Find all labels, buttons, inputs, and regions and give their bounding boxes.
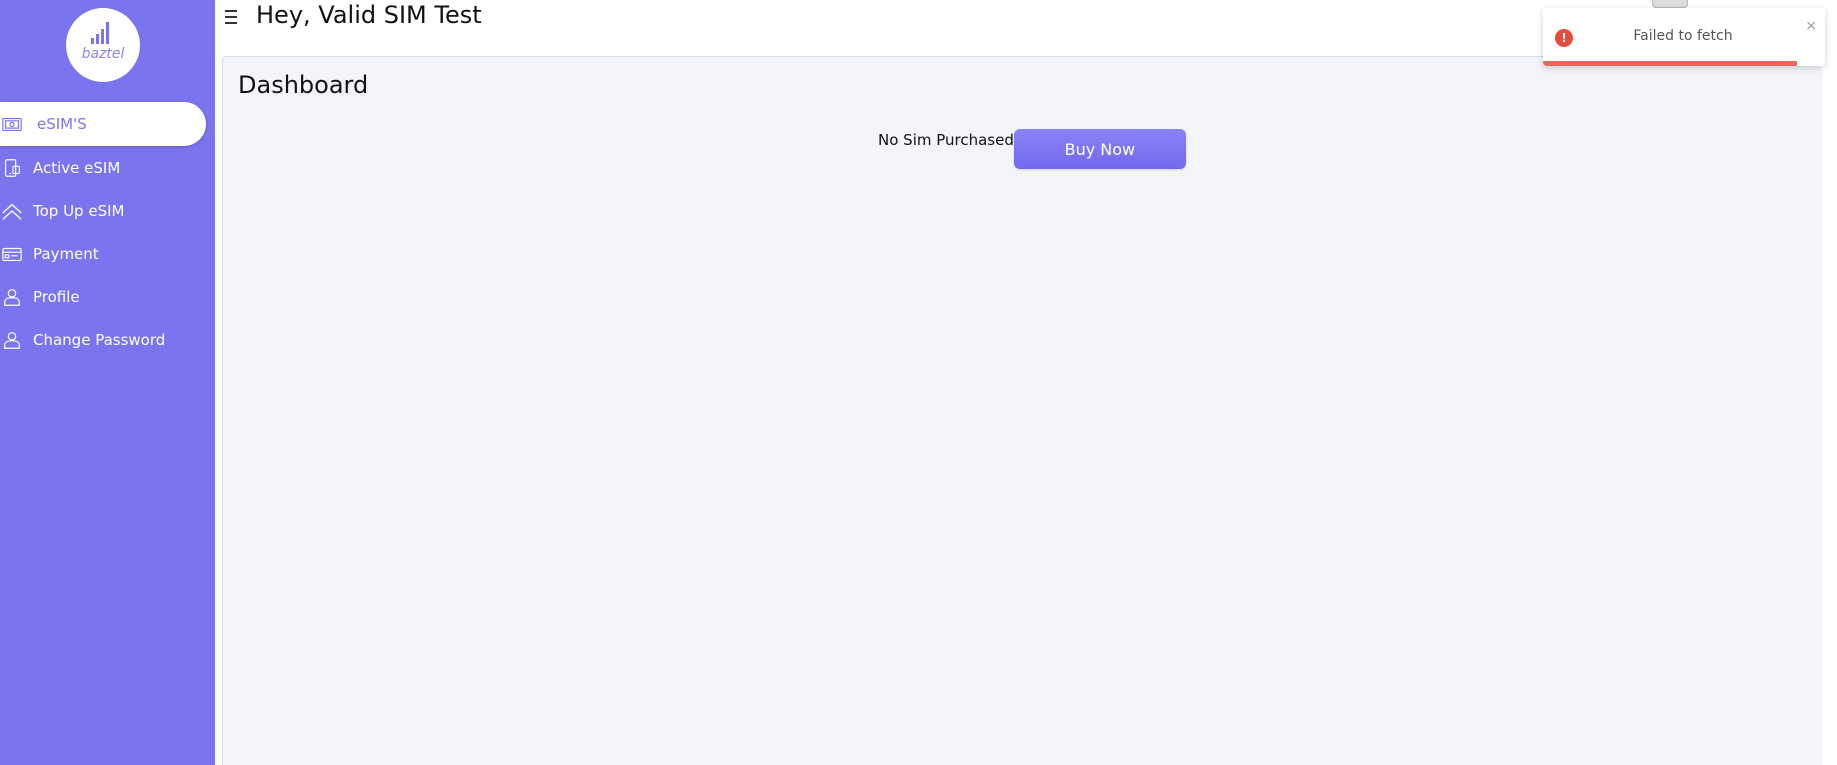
sidebar-item-label: Active eSIM: [33, 158, 121, 177]
empty-state: No Sim Purchased Buy Now: [878, 129, 1186, 169]
sidebar-item-top-up-esim[interactable]: Top Up eSIM: [0, 189, 215, 232]
sidebar-item-label: Profile: [33, 287, 80, 306]
sidebar-item-label: Payment: [33, 244, 99, 263]
avatar[interactable]: [1652, 0, 1688, 8]
greeting-title: Hey, Valid SIM Test: [256, 1, 482, 29]
close-icon[interactable]: ×: [1805, 18, 1817, 34]
sidebar-item-esims[interactable]: eSIM'S: [0, 102, 206, 146]
page-title: Dashboard: [238, 71, 369, 99]
double-chevron-up-icon: [0, 199, 33, 223]
sidebar-item-active-esim[interactable]: Active eSIM: [0, 146, 215, 189]
empty-state-message: No Sim Purchased: [878, 131, 1014, 149]
sim-card-icon: [0, 112, 37, 136]
sidebar: baztel eSIM'S Active eSIM Top Up eSIM Pa…: [0, 0, 215, 765]
sidebar-item-label: eSIM'S: [37, 115, 87, 133]
sidebar-item-change-password[interactable]: Change Password: [0, 318, 215, 361]
user-icon: [0, 328, 33, 352]
sidebar-item-profile[interactable]: Profile: [0, 275, 215, 318]
sidebar-nav: eSIM'S Active eSIM Top Up eSIM Payment P…: [0, 102, 215, 361]
user-icon: [0, 285, 33, 309]
sidebar-item-label: Change Password: [33, 330, 166, 349]
error-toast: ! Failed to fetch ×: [1543, 8, 1825, 66]
toast-progress-bar: [1543, 61, 1797, 66]
phone-sim-icon: [0, 156, 33, 180]
hamburger-icon[interactable]: [225, 6, 241, 26]
sidebar-item-label: Top Up eSIM: [33, 201, 125, 220]
credit-card-icon: [0, 242, 33, 266]
dashboard-panel: Dashboard No Sim Purchased Buy Now: [222, 56, 1822, 765]
error-icon: !: [1555, 29, 1573, 47]
toast-message: Failed to fetch: [1633, 28, 1733, 44]
signal-bars-logo-icon: baztel: [82, 22, 125, 62]
logo-wordmark: baztel: [82, 46, 125, 62]
baztel-logo[interactable]: baztel: [66, 8, 140, 82]
buy-now-button[interactable]: Buy Now: [1013, 129, 1186, 169]
sidebar-item-payment[interactable]: Payment: [0, 232, 215, 275]
